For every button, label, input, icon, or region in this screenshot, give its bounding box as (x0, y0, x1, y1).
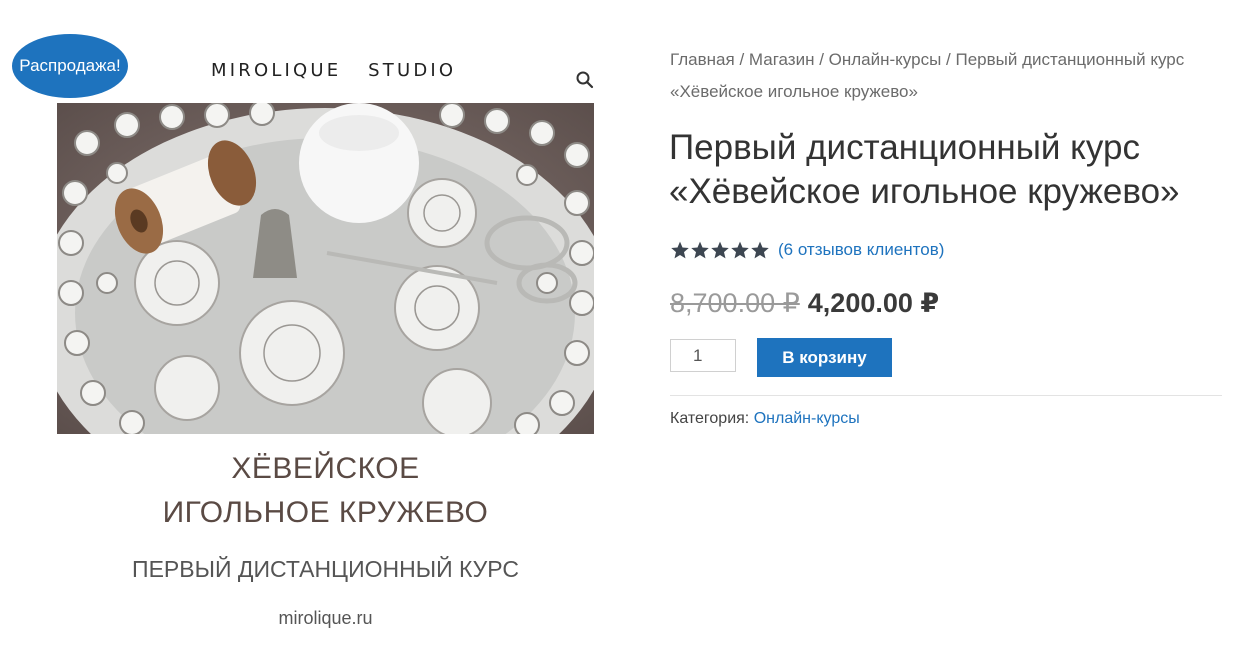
product-rating: (6 отзывов клиентов) (670, 240, 944, 260)
breadcrumb-shop-link[interactable]: Магазин (749, 50, 815, 69)
star-icon (731, 241, 749, 259)
studio-brand: MIROLIQUE STUDIO (211, 60, 457, 81)
reviews-link[interactable]: (6 отзывов клиентов) (778, 240, 944, 260)
breadcrumb-separator: / (814, 50, 829, 69)
star-icon (671, 241, 689, 259)
star-rating (670, 240, 770, 260)
quantity-input[interactable] (670, 339, 736, 372)
lace-doily-photo (57, 103, 594, 434)
divider (670, 395, 1222, 396)
old-price: 8,700.00 ₽ (670, 288, 800, 318)
breadcrumb: Главная / Магазин / Онлайн-курсы / Первы… (670, 44, 1230, 108)
category-link[interactable]: Онлайн-курсы (754, 410, 860, 427)
product-price: 8,700.00 ₽ 4,200.00 ₽ (670, 288, 939, 319)
sale-price: 4,200.00 ₽ (807, 288, 940, 318)
breadcrumb-category-link[interactable]: Онлайн-курсы (829, 50, 942, 69)
caption-title-line1: ХЁВЕЙСКОЕ (231, 452, 420, 485)
product-category: Категория: Онлайн-курсы (670, 410, 860, 428)
search-icon[interactable] (575, 70, 595, 90)
sale-badge: Распродажа! (12, 34, 128, 98)
breadcrumb-separator: / (941, 50, 956, 69)
product-title: Первый дистанционный курс «Хёвейское иго… (669, 128, 1180, 211)
caption-site: mirolique.ru (278, 608, 373, 628)
star-icon (711, 241, 729, 259)
star-icon (691, 241, 709, 259)
caption-subtitle: ПЕРВЫЙ ДИСТАНЦИОННЫЙ КУРС (132, 556, 519, 582)
breadcrumb-home-link[interactable]: Главная (670, 50, 735, 69)
star-icon (751, 241, 769, 259)
add-to-cart-button[interactable]: В корзину (757, 338, 892, 377)
breadcrumb-separator: / (734, 50, 749, 69)
category-label: Категория: (670, 410, 750, 427)
caption-title-line2: ИГОЛЬНОЕ КРУЖЕВО (162, 496, 489, 529)
product-image[interactable] (57, 103, 594, 434)
